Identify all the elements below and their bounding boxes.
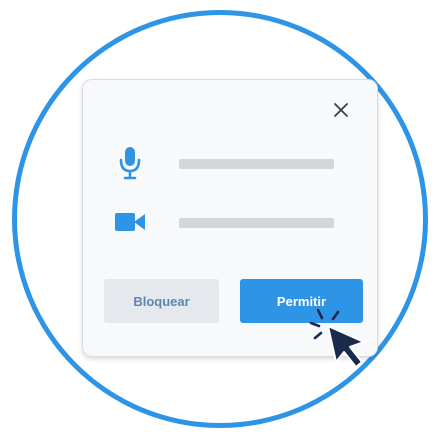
permission-row-camera (113, 205, 353, 239)
block-button[interactable]: Bloquear (104, 279, 219, 323)
video-camera-icon (113, 205, 147, 239)
microphone-icon (113, 146, 147, 180)
illustration: Bloquear Permitir (0, 0, 441, 442)
block-button-label: Bloquear (133, 293, 190, 309)
permission-row-microphone (113, 146, 353, 180)
close-button[interactable] (329, 98, 353, 122)
permission-label-placeholder (179, 218, 334, 228)
close-icon (334, 103, 348, 117)
permission-label-placeholder (179, 159, 334, 169)
mouse-cursor-icon (309, 308, 365, 368)
